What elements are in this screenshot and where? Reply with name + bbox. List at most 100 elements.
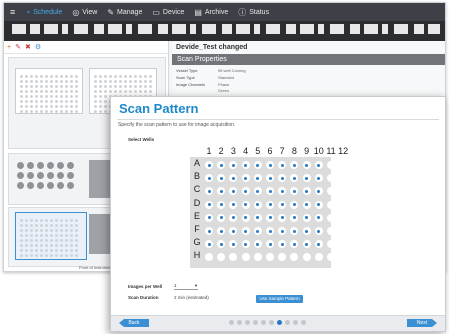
step-dot[interactable] [229, 320, 234, 325]
well-E6[interactable] [266, 213, 274, 222]
well-D11[interactable] [327, 200, 335, 209]
well-H4[interactable] [241, 253, 250, 262]
scheduled-scan-block[interactable] [94, 24, 104, 34]
well-B9[interactable] [302, 174, 311, 183]
well-E2[interactable] [217, 213, 226, 222]
scheduled-scan-block[interactable] [318, 24, 324, 34]
well-H11[interactable] [327, 253, 335, 262]
hamburger-menu-icon[interactable]: ≡ [10, 7, 15, 17]
well-D8[interactable] [290, 200, 299, 209]
nav-manage[interactable]: ✎ Manage [107, 8, 142, 17]
column-label[interactable]: 3 [227, 146, 239, 156]
column-label[interactable]: 10 [313, 146, 325, 156]
well-B12[interactable] [339, 174, 348, 183]
back-button[interactable]: Back [119, 319, 149, 327]
well-D9[interactable] [302, 200, 311, 209]
settings-icon[interactable]: ⚙ [35, 43, 41, 51]
scheduled-scan-block[interactable] [172, 24, 186, 34]
well-F1[interactable] [205, 227, 213, 235]
nav-schedule[interactable]: ◔ Schedule [25, 8, 62, 17]
row-label[interactable]: H [191, 250, 203, 260]
scheduled-scan-block[interactable] [62, 24, 68, 34]
well-F11[interactable] [327, 227, 335, 235]
edit-icon[interactable]: ✎ [15, 43, 21, 51]
well-F12[interactable] [339, 227, 348, 235]
column-label[interactable]: 1 [203, 146, 215, 156]
row-label[interactable]: B [191, 171, 203, 181]
well-A6[interactable] [266, 161, 274, 169]
scheduled-scan-block[interactable] [286, 24, 296, 34]
step-dot[interactable] [293, 320, 298, 325]
scheduled-scan-block[interactable] [300, 24, 314, 34]
well-D4[interactable] [241, 200, 250, 209]
row-label[interactable]: F [191, 224, 203, 234]
scheduled-scan-block[interactable] [158, 24, 168, 34]
scheduled-scan-block[interactable] [414, 24, 424, 34]
well-F5[interactable] [253, 227, 262, 235]
row-label[interactable]: A [191, 158, 203, 168]
well-A9[interactable] [302, 161, 311, 169]
delete-icon[interactable]: ✖ [25, 43, 31, 51]
scheduled-scan-block[interactable] [222, 24, 232, 34]
well-C12[interactable] [339, 187, 348, 196]
well-B10[interactable] [314, 174, 323, 183]
scheduled-scan-block[interactable] [428, 24, 440, 34]
column-label[interactable]: 7 [276, 146, 288, 156]
well-E1[interactable] [205, 213, 213, 222]
well-G5[interactable] [253, 240, 262, 249]
nav-device[interactable]: ▭ Device [152, 8, 184, 17]
scheduled-scan-block[interactable] [108, 24, 122, 34]
scheduled-scan-block[interactable] [394, 24, 408, 34]
scheduled-scan-block[interactable] [190, 24, 196, 34]
well-A5[interactable] [253, 161, 262, 169]
well-E9[interactable] [302, 213, 311, 222]
step-dot[interactable] [261, 320, 266, 325]
use-sample-pattern-button[interactable]: Use Sample Pattern [256, 295, 303, 303]
schedule-timeline[interactable] [4, 21, 445, 41]
well-A1[interactable] [205, 161, 213, 169]
scheduled-scan-block[interactable] [254, 24, 260, 34]
selected-mini-plate[interactable] [15, 212, 87, 260]
well-F4[interactable] [241, 227, 250, 235]
well-D2[interactable] [217, 200, 226, 209]
add-icon[interactable]: + [7, 44, 11, 51]
well-A11[interactable] [327, 161, 335, 169]
column-label[interactable]: 9 [301, 146, 313, 156]
well-G9[interactable] [302, 240, 311, 249]
scheduled-scan-block[interactable] [74, 24, 88, 34]
scheduled-scan-block[interactable] [30, 24, 40, 34]
scheduled-scan-block[interactable] [236, 24, 250, 34]
column-label[interactable]: 12 [337, 146, 349, 156]
scheduled-scan-block[interactable] [364, 24, 378, 34]
well-G11[interactable] [327, 240, 335, 249]
row-label[interactable]: C [191, 184, 203, 194]
step-dot[interactable] [301, 320, 306, 325]
well-E10[interactable] [314, 213, 323, 222]
nav-archive[interactable]: ▤ Archive [194, 8, 228, 17]
mini-plate[interactable] [15, 68, 83, 114]
scheduled-scan-block[interactable] [330, 24, 344, 34]
well-H9[interactable] [302, 253, 311, 262]
column-label[interactable]: 8 [288, 146, 300, 156]
well-G4[interactable] [241, 240, 250, 249]
scheduled-scan-block[interactable] [126, 24, 132, 34]
well-G10[interactable] [314, 240, 323, 249]
column-label[interactable]: 11 [325, 146, 337, 156]
step-dot[interactable] [277, 320, 282, 325]
well-H12[interactable] [339, 253, 348, 262]
scheduled-scan-block[interactable] [202, 24, 216, 34]
step-dot[interactable] [285, 320, 290, 325]
row-label[interactable]: D [191, 198, 203, 208]
scheduled-scan-block[interactable] [12, 24, 26, 34]
well-D1[interactable] [205, 200, 213, 209]
step-dot[interactable] [253, 320, 258, 325]
nav-view[interactable]: ◎ View [72, 8, 97, 17]
next-button[interactable]: Next [407, 319, 437, 327]
well-G12[interactable] [339, 240, 348, 249]
well-D10[interactable] [314, 200, 323, 209]
well-E4[interactable] [241, 213, 250, 222]
column-label[interactable]: 2 [215, 146, 227, 156]
well-C4[interactable] [241, 187, 250, 196]
well-D6[interactable] [266, 200, 274, 209]
step-dot[interactable] [269, 320, 274, 325]
